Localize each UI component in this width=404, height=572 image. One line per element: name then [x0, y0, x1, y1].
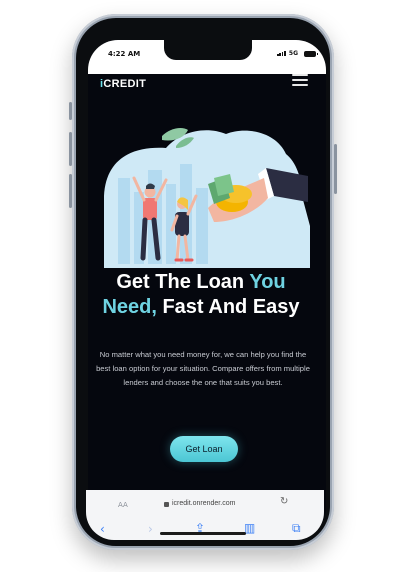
power-button — [334, 144, 337, 194]
headline-accent-2: Need, — [102, 296, 157, 318]
headline-part-2: Fast And Easy — [156, 296, 300, 318]
hero-headline: Get The Loan You Need, Fast And Easy — [88, 270, 314, 320]
menu-icon[interactable] — [292, 74, 308, 88]
status-time: 4:22 AM — [108, 50, 141, 58]
get-loan-button[interactable]: Get Loan — [170, 436, 238, 462]
network-label: 5G — [288, 50, 298, 57]
reload-icon[interactable]: ↻ — [280, 496, 288, 507]
volume-up-button — [69, 132, 72, 166]
status-bar: 4:22 AM 5G — [88, 40, 326, 74]
headline-part-1: Get The Loan — [116, 271, 250, 293]
lock-icon — [164, 502, 169, 507]
back-icon[interactable]: ‹ — [100, 522, 105, 536]
hero-description: No matter what you need money for, we ca… — [96, 350, 310, 387]
signal-icon — [277, 51, 286, 56]
tabs-icon[interactable]: ⧉ — [292, 521, 301, 536]
notch — [164, 40, 252, 60]
brand-logo[interactable]: iCREDIT — [100, 78, 146, 90]
volume-down-button — [69, 174, 72, 208]
mute-switch — [69, 102, 72, 120]
home-indicator — [160, 532, 246, 535]
forward-icon[interactable]: › — [148, 522, 153, 536]
battery-icon — [304, 51, 318, 57]
text-size-button[interactable]: AA — [118, 501, 128, 509]
url-field[interactable]: icredit.onrender.com — [172, 500, 235, 507]
headline-accent-1: You — [249, 271, 286, 293]
hero-illustration — [104, 128, 310, 268]
brand-name: CREDIT — [103, 78, 147, 90]
